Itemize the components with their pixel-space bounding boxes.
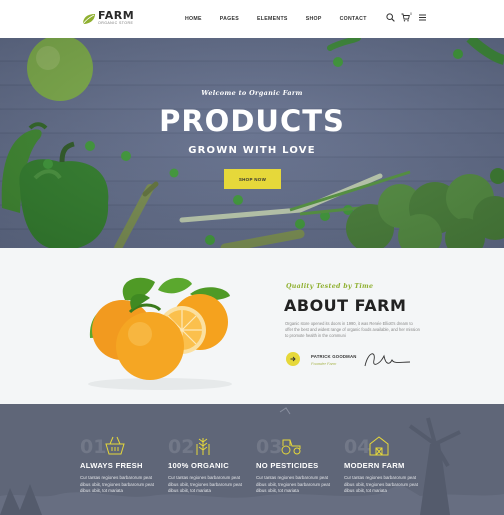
nav-pages[interactable]: PAGES: [220, 16, 239, 22]
about-section: Quality Tested by Time ABOUT FARM Organi…: [0, 248, 504, 404]
feature-text: Cur tantas regiones barbarorum peat dibu…: [256, 475, 330, 493]
nav-home[interactable]: HOME: [185, 16, 202, 22]
hero-welcome: Welcome to Organic Farm: [201, 89, 303, 97]
oranges-image: [88, 277, 232, 390]
shop-now-button[interactable]: SHOP NOW: [224, 169, 281, 189]
feature-number: 02: [168, 436, 195, 458]
about-tagline: Quality Tested by Time: [286, 283, 374, 290]
nav-elements[interactable]: ELEMENTS: [257, 16, 288, 22]
search-icon[interactable]: [386, 13, 395, 22]
logo-tagline: ORGANIC STORE: [98, 21, 134, 25]
about-text: Organic store opened its doors in 1990, …: [285, 321, 420, 338]
hero-title: PRODUCTS: [159, 104, 345, 138]
founder-name: PATRICK GOODMAN: [311, 354, 357, 359]
cart-count: 0: [410, 12, 412, 16]
founder-role: Founder Farm: [311, 361, 337, 366]
play-button[interactable]: [286, 352, 300, 366]
header-icons: 0: [386, 12, 426, 22]
feature-text: Cur tantas regiones barbarorum peat dibu…: [168, 475, 242, 493]
wheat-icon: [196, 438, 210, 455]
logo[interactable]: FARM ORGANIC STORE: [82, 10, 134, 26]
menu-icon[interactable]: [419, 14, 426, 21]
nav-shop[interactable]: SHOP: [306, 16, 322, 22]
feature-text: Cur tantas regiones barbarorum peat dibu…: [344, 475, 418, 493]
basket-icon: [105, 436, 125, 455]
feature-number: 01: [80, 436, 107, 458]
feature-number: 04: [344, 436, 371, 458]
hero-subtitle: GROWN WITH LOVE: [188, 145, 316, 156]
nav-contact[interactable]: CONTACT: [340, 16, 367, 22]
hero-banner: Welcome to Organic Farm PRODUCTS GROWN W…: [0, 38, 504, 248]
tractor-icon: [281, 439, 301, 455]
leaf-icon: [82, 12, 96, 25]
signature-image: [364, 353, 411, 367]
arrow-right-icon: [290, 356, 296, 362]
features-section: 01 ALWAYS FRESH Cur tantas regiones barb…: [0, 404, 504, 515]
feature-title: ALWAYS FRESH: [80, 461, 143, 470]
feature-text: Cur tantas regiones barbarorum peat dibu…: [80, 475, 154, 493]
cart-icon[interactable]: 0: [401, 12, 413, 22]
feature-number: 03: [256, 436, 283, 458]
about-title: ABOUT FARM: [284, 296, 407, 315]
farm-silhouette: [0, 407, 504, 515]
main-nav: HOME PAGES ELEMENTS SHOP CONTACT: [185, 16, 385, 22]
logo-name: FARM: [98, 9, 135, 22]
site-header: FARM ORGANIC STORE HOME PAGES ELEMENTS S…: [0, 0, 504, 38]
feature-title: MODERN FARM: [344, 461, 405, 470]
feature-title: NO PESTICIDES: [256, 461, 319, 470]
barn-icon: [369, 436, 389, 456]
feature-title: 100% ORGANIC: [168, 461, 229, 470]
